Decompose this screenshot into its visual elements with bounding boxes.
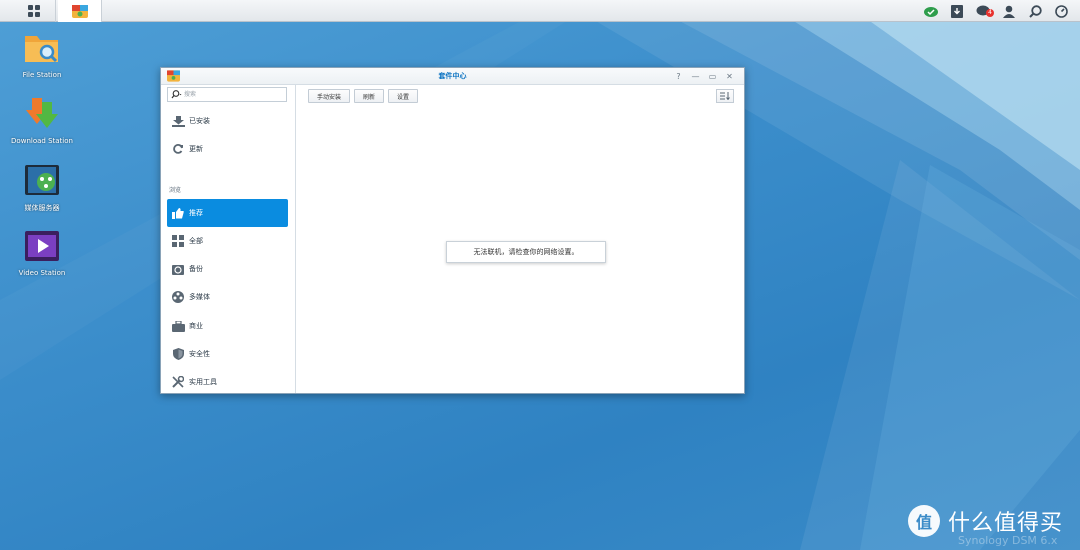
desktop-icon-file-station[interactable]: File Station	[6, 30, 78, 79]
settings-button[interactable]: 设置	[388, 89, 419, 103]
sidebar-item-all[interactable]: 全部	[167, 227, 288, 255]
watermark: 值 什么值得买	[908, 505, 1063, 537]
sidebar-item-label: 全部	[189, 237, 203, 245]
desktop-icon-download-station[interactable]: Download Station	[6, 96, 78, 145]
desktop-icon-media-server[interactable]: 媒体服务器	[6, 162, 78, 213]
search-input[interactable]	[184, 88, 280, 101]
search-icon[interactable]	[168, 88, 184, 101]
search-box[interactable]	[167, 87, 287, 102]
briefcase-icon	[167, 320, 189, 332]
sidebar-item-multimedia[interactable]: 多媒体	[167, 283, 288, 311]
taskbar-package-center-button[interactable]	[58, 0, 102, 22]
sidebar-item-recommended[interactable]: 推荐	[167, 199, 288, 227]
download-tray-icon[interactable]	[944, 0, 970, 22]
sidebar-item-backup[interactable]: 备份	[167, 255, 288, 283]
sidebar-item-update[interactable]: 更新	[167, 135, 288, 163]
network-error-message: 无法联机，请检查你的网络设置。	[446, 241, 606, 263]
browse-section-label: 浏览	[169, 187, 182, 194]
tools-icon	[167, 376, 189, 388]
dashboard-icon[interactable]	[1048, 0, 1074, 22]
sidebar-item-label: 已安装	[189, 117, 210, 125]
window-title-bar[interactable]: 套件中心 ? — ▭ ✕	[161, 68, 744, 85]
package-center-window: 套件中心 ? — ▭ ✕ 已安装 更新 浏览	[160, 67, 745, 394]
sort-button[interactable]	[716, 89, 734, 103]
package-center-icon	[71, 5, 88, 18]
window-title: 套件中心	[438, 72, 467, 80]
shield-icon	[167, 348, 189, 360]
backup-icon	[167, 264, 189, 275]
search-icon[interactable]	[1022, 0, 1048, 22]
sidebar-item-business[interactable]: 商业	[167, 312, 288, 340]
close-button[interactable]: ✕	[721, 70, 738, 82]
installed-icon	[167, 115, 189, 127]
cloud-check-icon[interactable]	[918, 0, 944, 22]
video-icon	[25, 231, 59, 261]
toolbar: 手动安装 刷新 设置	[308, 89, 419, 103]
sidebar: 已安装 更新 浏览 推荐 全部 备份	[161, 85, 296, 393]
folder-icon	[25, 36, 58, 63]
chat-icon[interactable]: 4	[970, 0, 996, 22]
sidebar-item-label: 安全性	[189, 350, 210, 358]
sidebar-item-label: 更新	[189, 145, 203, 153]
media-server-icon	[25, 165, 59, 195]
sidebar-item-label: 实用工具	[189, 378, 217, 386]
watermark-text: 什么值得买	[948, 511, 1064, 536]
refresh-button[interactable]: 刷新	[354, 89, 385, 103]
help-button[interactable]: ?	[670, 70, 687, 82]
desktop-icon-label: File Station	[22, 71, 62, 79]
taskbar-tray: 4	[918, 0, 1074, 22]
desktop-icon-label: Download Station	[11, 137, 73, 145]
grid-menu-icon	[27, 5, 40, 17]
sort-icon	[720, 92, 730, 100]
download-icon	[26, 98, 58, 128]
sidebar-item-label: 推荐	[189, 209, 203, 217]
main-menu-button[interactable]	[12, 0, 56, 22]
sidebar-item-security[interactable]: 安全性	[167, 340, 288, 368]
film-reel-icon	[167, 291, 189, 303]
sidebar-item-installed[interactable]: 已安装	[167, 107, 288, 135]
sidebar-item-label: 商业	[189, 322, 203, 330]
desktop-icon-video-station[interactable]: Video Station	[6, 228, 78, 277]
desktop-icon-label: 媒体服务器	[24, 204, 60, 212]
faint-watermark-text: Synology DSM 6.x	[958, 534, 1058, 547]
grid-icon	[167, 235, 189, 247]
desktop-icon-label: Video Station	[18, 269, 66, 277]
user-icon[interactable]	[996, 0, 1022, 22]
sidebar-item-label: 多媒体	[189, 293, 210, 301]
thumbs-up-icon	[167, 207, 189, 219]
sidebar-item-utilities[interactable]: 实用工具	[167, 368, 288, 396]
manual-install-button[interactable]: 手动安装	[308, 89, 351, 103]
taskbar: 4	[0, 0, 1080, 22]
window-controls: ? — ▭ ✕	[670, 70, 738, 82]
maximize-button[interactable]: ▭	[704, 70, 721, 82]
chat-badge: 4	[986, 9, 994, 17]
refresh-icon	[167, 143, 189, 155]
watermark-logo: 值	[908, 505, 940, 537]
sidebar-item-label: 备份	[189, 265, 203, 273]
minimize-button[interactable]: —	[687, 70, 704, 82]
